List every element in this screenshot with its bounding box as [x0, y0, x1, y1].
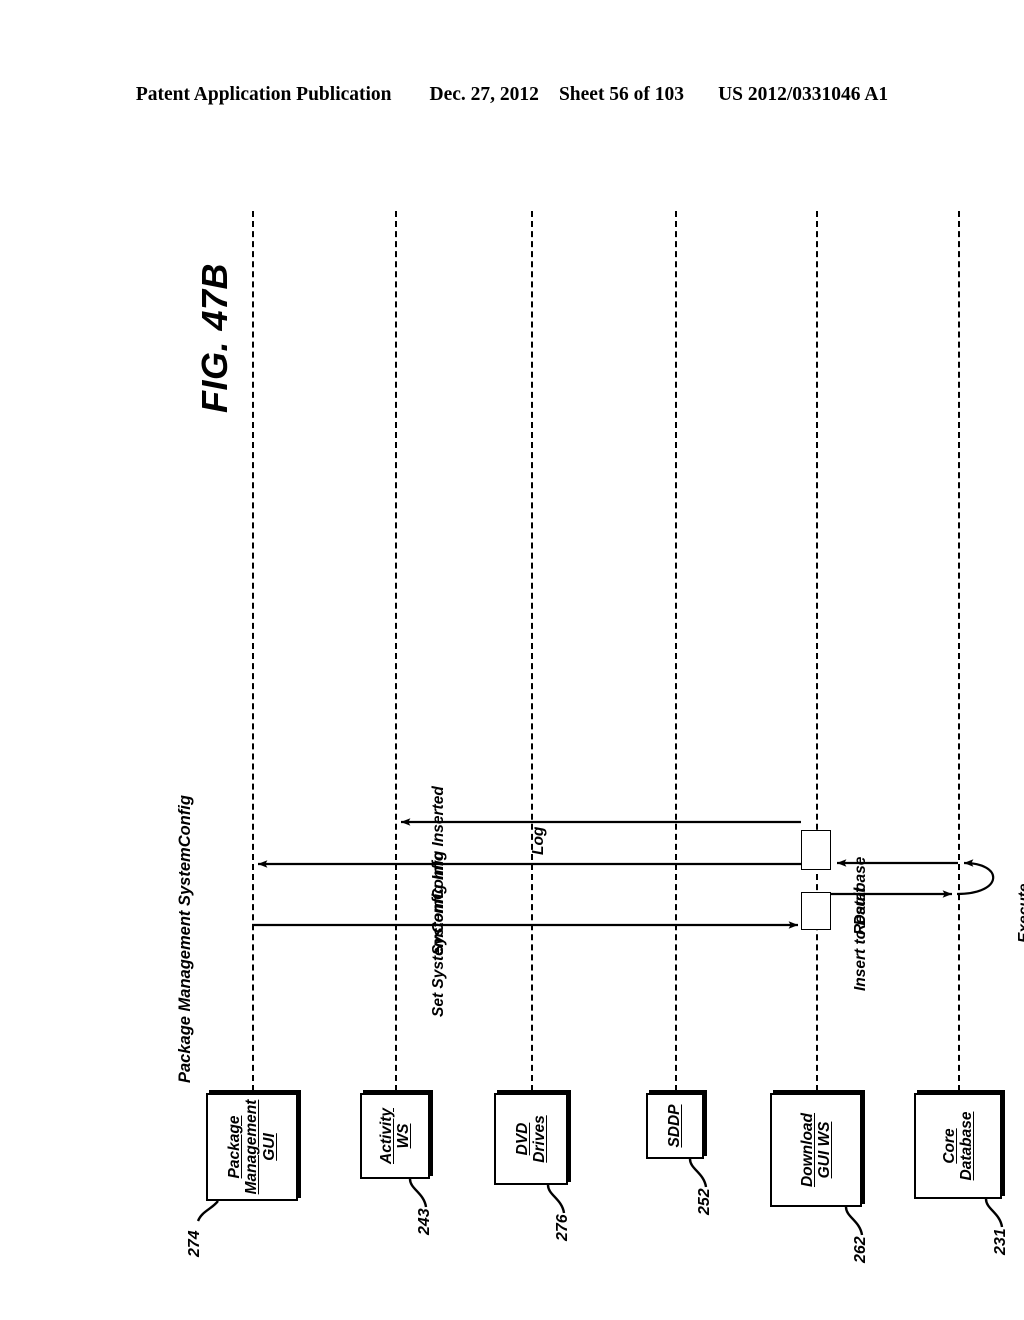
header-date: Dec. 27, 2012 [429, 84, 539, 105]
arrow-execute [956, 859, 995, 896]
participant-core-database[interactable]: Core Database [914, 1093, 1002, 1199]
participant-label: Core Database [940, 1111, 975, 1181]
figure-caption: FIG. 47B [194, 262, 235, 413]
refnum-276: 276 [554, 1214, 571, 1241]
msg-label-execute: Execute [1016, 883, 1024, 943]
page-header: Patent Application Publication Dec. 27, 2… [0, 84, 1024, 106]
refnum-274: 274 [186, 1230, 203, 1257]
msg-label-systemconfig-inserted: SystemConfig Inserted [430, 786, 447, 955]
sequence-diagram-figure: Package Management GUI Activity WS DVD D… [162, 183, 1024, 1263]
refnum-231: 231 [992, 1228, 1009, 1255]
diagram-title: Package Management SystemConfig [176, 795, 194, 1083]
header-patent-number: US 2012/0331046 A1 [718, 84, 889, 105]
refnum-262: 262 [852, 1236, 869, 1263]
message-labels-layer: Set SystemConfig Info SystemConfig Inser… [162, 183, 1024, 1213]
msg-label-result: Result [852, 887, 869, 935]
msg-label-log: Log [530, 826, 547, 855]
header-publication: Patent Application Publication [135, 84, 392, 105]
header-sheet: Sheet 56 of 103 [558, 84, 685, 105]
lifeline-core-database [958, 211, 960, 1091]
leader-231 [984, 1198, 1004, 1228]
